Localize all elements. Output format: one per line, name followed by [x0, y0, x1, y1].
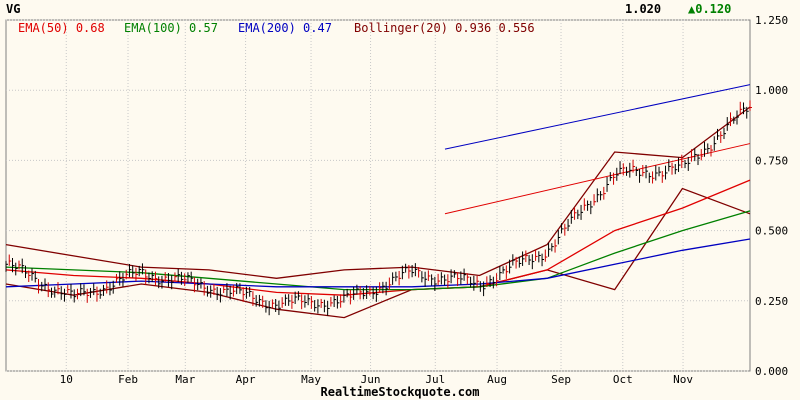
legend-ema50-label: EMA(50): [18, 21, 69, 35]
price-change-value: 0.120: [695, 2, 732, 16]
legend-ema100: EMA(100) 0.57: [124, 21, 218, 35]
legend-ema100-label: EMA(100): [124, 21, 182, 35]
chart-plot: 1.2501.0000.7500.5000.2500.00010 Feb Mar Ap…: [5, 14, 788, 386]
symbol-label: VG: [6, 2, 21, 16]
legend-ema200: EMA(200) 0.47: [238, 21, 332, 35]
y-tick-label: 0.500: [755, 225, 788, 238]
chart-frame: 1.250 1.000 0.750 0.500 0.250 0.000 10 Feb Mar Ap…: [0, 0, 800, 400]
footer-source[interactable]: RealtimeStockquote.com: [0, 385, 800, 399]
legend-ema50: EMA(50) 0.68: [18, 21, 105, 35]
legend-bollinger-label: Bollinger(20): [354, 21, 448, 35]
legend-ema50-value: 0.68: [75, 21, 105, 35]
y-tick-label: 0.250: [755, 295, 788, 308]
plot-area: [5, 19, 751, 372]
y-tick-label: 1.000: [755, 84, 788, 97]
legend-ema200-label: EMA(200): [238, 21, 296, 35]
legend-bollinger-value: 0.936 0.556: [455, 21, 535, 35]
y-tick-label: 1.250: [755, 14, 788, 27]
last-price: 1.020: [625, 2, 662, 16]
y-tick-label: 0.000: [755, 365, 788, 378]
legend-bollinger: Bollinger(20) 0.936 0.556: [354, 21, 535, 35]
price-change: ▲0.120: [688, 2, 731, 16]
legend-ema100-value: 0.57: [189, 21, 218, 35]
y-tick-label: 0.750: [755, 154, 788, 167]
legend-ema200-value: 0.47: [303, 21, 332, 35]
